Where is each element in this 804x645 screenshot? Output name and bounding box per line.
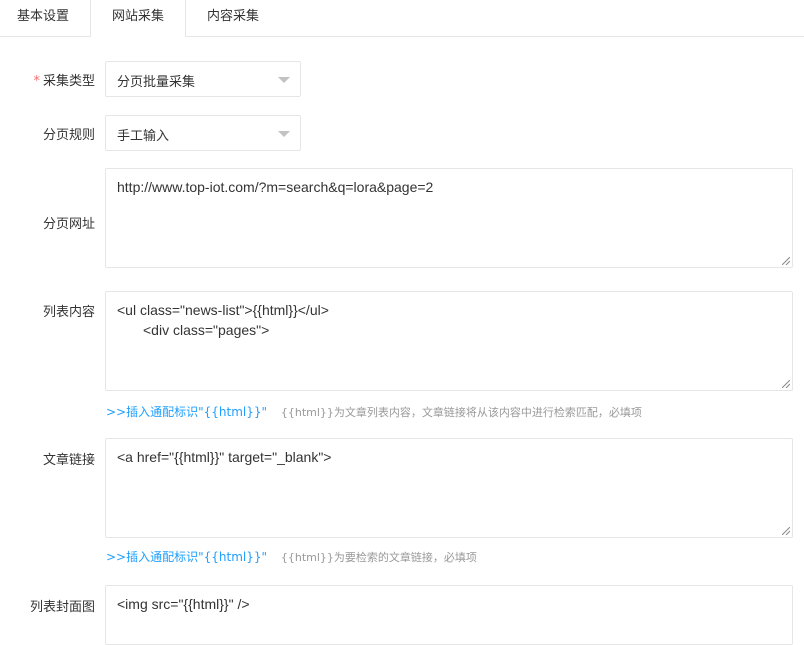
article-link-value: <a href="{{html}}" target="_blank"> <box>117 449 332 465</box>
list-content-label: 列表内容 <box>42 305 95 320</box>
list-content-line-2: <div class="pages"> <box>143 322 270 338</box>
list-cover-textarea[interactable]: <img src="{{html}}" /> <box>105 585 793 645</box>
article-link-hint-row: >>插入通配标识"{{html}}" {{html}}为要检索的文章链接，必填项 <box>106 548 477 565</box>
resize-handle-icon[interactable] <box>782 527 790 535</box>
collect-type-value: 分页批量采集 <box>117 75 196 90</box>
list-cover-value: <img src="{{html}}" /> <box>117 596 250 612</box>
article-link-textarea[interactable]: <a href="{{html}}" target="_blank"> <box>105 438 793 538</box>
page-rule-select[interactable]: 手工输入 <box>105 115 301 151</box>
insert-wildcard-link[interactable]: >>插入通配标识"{{html}}" <box>106 405 267 419</box>
tab-site-collection[interactable]: 网站采集 <box>90 0 186 37</box>
page-rule-value: 手工输入 <box>117 129 170 144</box>
article-link-hint: {{html}}为要检索的文章链接，必填项 <box>280 551 477 564</box>
insert-wildcard-link[interactable]: >>插入通配标识"{{html}}" <box>106 550 267 564</box>
resize-handle-icon[interactable] <box>782 257 790 265</box>
collect-type-label-text: 采集类型 <box>42 74 95 89</box>
page-url-label: 分页网址 <box>42 217 95 232</box>
collect-type-select[interactable]: 分页批量采集 <box>105 61 301 97</box>
page-url-value: http://www.top-iot.com/?m=search&q=lora&… <box>117 179 434 195</box>
tab-content-collection[interactable]: 内容采集 <box>190 0 276 36</box>
tab-bar: 基本设置 网站采集 内容采集 <box>0 0 804 37</box>
page-rule-label: 分页规则 <box>42 128 95 143</box>
required-mark: * <box>33 74 40 89</box>
article-link-label: 文章链接 <box>42 453 95 468</box>
list-content-hint-row: >>插入通配标识"{{html}}" {{html}}为文章列表内容，文章链接将… <box>106 403 642 420</box>
resize-handle-icon[interactable] <box>782 380 790 388</box>
tab-basic-settings[interactable]: 基本设置 <box>0 0 86 36</box>
list-content-textarea[interactable]: <ul class="news-list">{{html}}</ul> <div… <box>105 291 793 391</box>
page-url-textarea[interactable]: http://www.top-iot.com/?m=search&q=lora&… <box>105 168 793 268</box>
list-cover-label: 列表封面图 <box>29 600 95 615</box>
caret-down-icon <box>278 77 290 83</box>
list-content-hint: {{html}}为文章列表内容，文章链接将从该内容中进行检索匹配，必填项 <box>280 406 642 419</box>
collect-type-label: * 采集类型 <box>0 70 95 89</box>
list-content-line-1: <ul class="news-list">{{html}}</ul> <box>117 302 329 318</box>
caret-down-icon <box>278 131 290 137</box>
